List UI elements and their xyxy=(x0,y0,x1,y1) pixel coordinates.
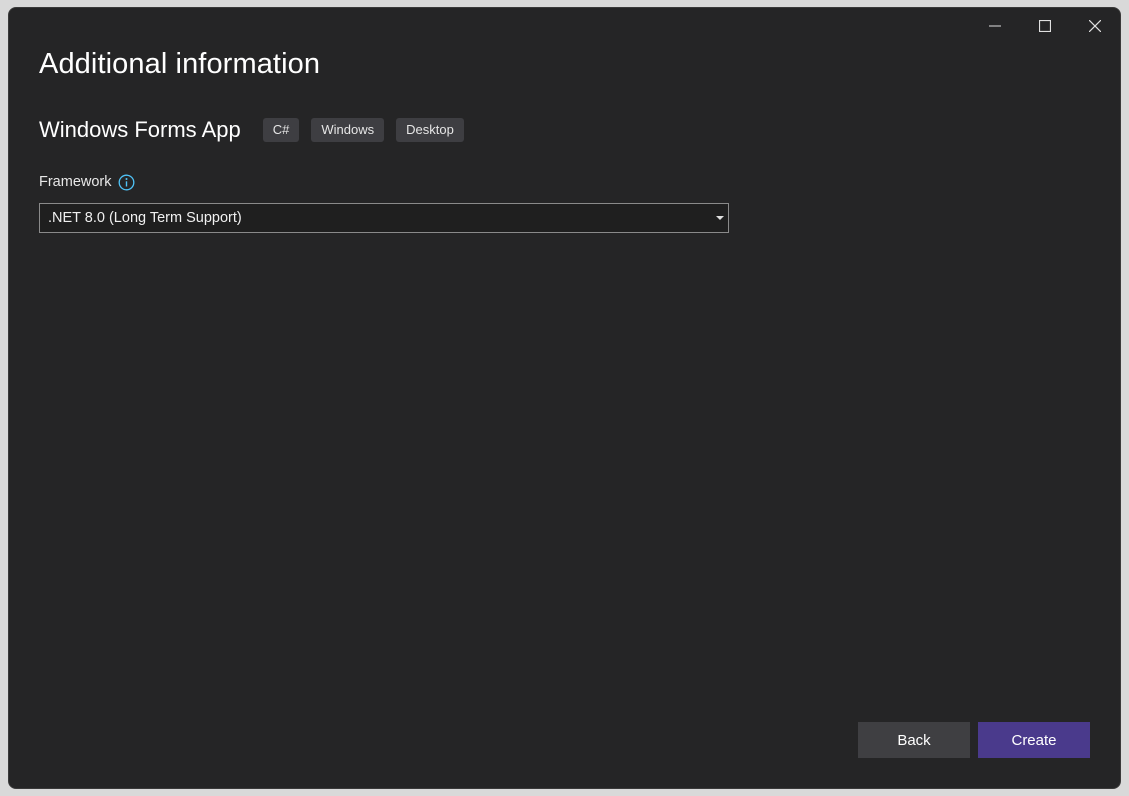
maximize-button[interactable] xyxy=(1020,8,1070,44)
dialog-window: Additional information Windows Forms App… xyxy=(8,7,1121,789)
close-button[interactable] xyxy=(1070,8,1120,44)
tag-language: C# xyxy=(262,118,300,142)
framework-selected-value: .NET 8.0 (Long Term Support) xyxy=(48,210,242,226)
chevron-down-icon xyxy=(716,216,724,220)
template-info-row: Windows Forms App C# Windows Desktop xyxy=(39,117,476,142)
close-icon xyxy=(1089,20,1101,32)
maximize-icon xyxy=(1039,20,1051,32)
framework-label-row: Framework xyxy=(39,172,135,192)
framework-dropdown[interactable]: .NET 8.0 (Long Term Support) xyxy=(39,203,729,233)
page-title: Additional information xyxy=(39,48,321,80)
template-name: Windows Forms App xyxy=(39,117,241,142)
tag-platform: Windows xyxy=(311,118,385,142)
framework-label: Framework xyxy=(39,174,112,190)
back-button[interactable]: Back xyxy=(858,722,970,758)
create-button[interactable]: Create xyxy=(978,722,1090,758)
tag-project-type: Desktop xyxy=(396,118,464,142)
minimize-button[interactable] xyxy=(970,8,1020,44)
info-icon[interactable] xyxy=(118,174,135,191)
caption-buttons xyxy=(970,8,1120,44)
minimize-icon xyxy=(989,25,1001,27)
